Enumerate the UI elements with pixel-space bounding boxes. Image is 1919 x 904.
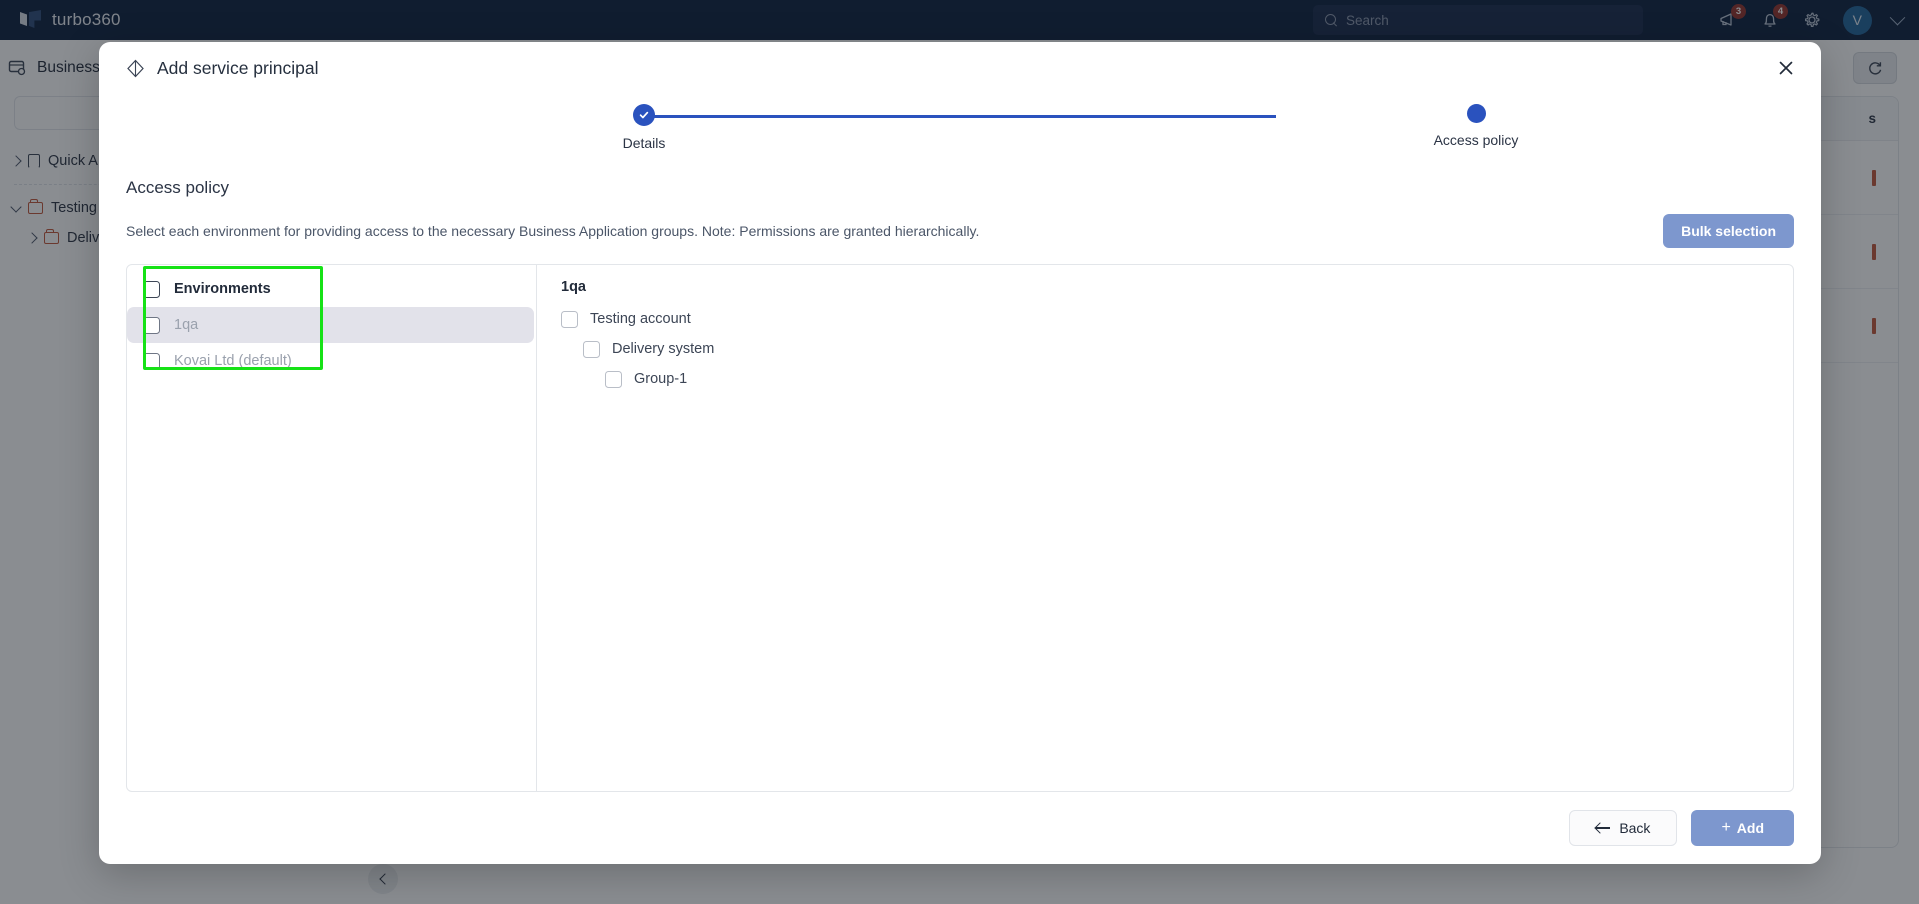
check-icon	[633, 104, 655, 126]
environments-panel: Environments 1qa Kovai Ltd (default)	[127, 265, 537, 791]
dialog-footer: Back + Add	[99, 792, 1821, 864]
select-all-environments-checkbox[interactable]	[143, 280, 160, 298]
tree-node-delivery-system[interactable]: Delivery system	[561, 334, 1793, 364]
tree-node-checkbox[interactable]	[561, 310, 578, 328]
environment-checkbox[interactable]	[143, 316, 160, 334]
tree-node-checkbox[interactable]	[583, 340, 600, 358]
tree-node-checkbox[interactable]	[605, 370, 622, 388]
tree-node-group-1[interactable]: Group-1	[561, 364, 1793, 394]
add-button[interactable]: + Add	[1691, 810, 1794, 846]
environment-label: 1qa	[174, 317, 199, 333]
diamond-icon	[126, 59, 145, 78]
wizard-stepper: Details Access policy	[99, 104, 1821, 166]
section-description: Select each environment for providing ac…	[126, 223, 980, 239]
environment-row-1qa[interactable]: 1qa	[127, 307, 534, 343]
stepper-step-details[interactable]: Details	[544, 104, 744, 151]
application-groups-tree-panel: 1qa Testing account Delivery system Grou…	[537, 265, 1793, 791]
back-button[interactable]: Back	[1569, 810, 1678, 846]
environment-row-kovai-ltd[interactable]: Kovai Ltd (default)	[127, 343, 534, 379]
tree-node-testing-account[interactable]: Testing account	[561, 304, 1793, 334]
add-button-label: Add	[1736, 820, 1764, 836]
back-button-label: Back	[1619, 820, 1651, 836]
dialog-body: Access policy Select each environment fo…	[99, 166, 1821, 792]
environments-header-label: Environments	[174, 281, 271, 297]
stepper-step-label: Access policy	[1433, 132, 1519, 148]
section-heading: Access policy	[126, 178, 229, 197]
section-description-row: Select each environment for providing ac…	[126, 214, 1794, 248]
environment-label: Kovai Ltd (default)	[174, 353, 292, 369]
bulk-selection-button[interactable]: Bulk selection	[1663, 214, 1794, 248]
access-policy-panels: Environments 1qa Kovai Ltd (default) 1qa…	[126, 264, 1794, 792]
dialog-title-wrap: Add service principal	[126, 58, 318, 79]
plus-icon: +	[1721, 819, 1731, 836]
stepper-step-label: Details	[622, 135, 666, 151]
arrow-left-icon	[1596, 823, 1611, 833]
dialog-title: Add service principal	[157, 57, 319, 78]
add-service-principal-dialog: Add service principal Details Access pol…	[99, 42, 1821, 864]
dialog-header: Add service principal	[99, 42, 1821, 94]
tree-node-label: Testing account	[590, 311, 691, 327]
tree-node-label: Delivery system	[612, 341, 715, 357]
environments-header-row[interactable]: Environments	[127, 271, 534, 307]
tree-panel-title: 1qa	[561, 279, 586, 295]
stepper-step-access-policy[interactable]: Access policy	[1376, 104, 1576, 148]
tree-node-label: Group-1	[634, 371, 688, 387]
close-icon[interactable]	[1775, 57, 1797, 79]
dot-icon	[1466, 104, 1486, 123]
environment-checkbox[interactable]	[143, 352, 160, 370]
